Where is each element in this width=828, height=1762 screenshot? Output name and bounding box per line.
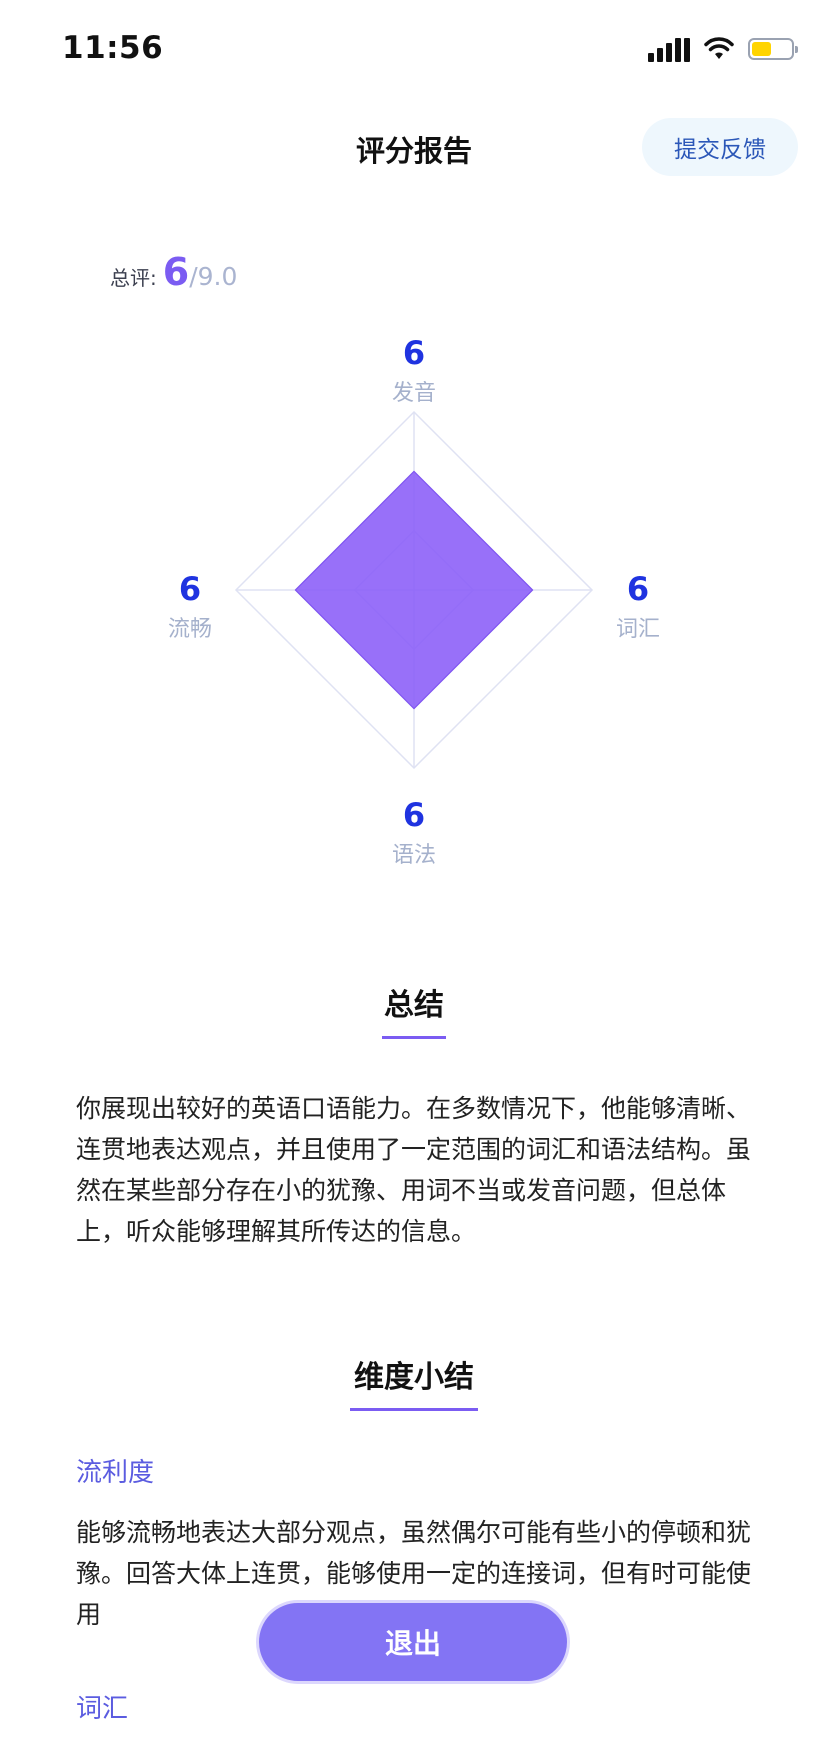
dimension-label: 发音	[391, 381, 436, 407]
wifi-icon	[704, 37, 734, 59]
summary-underline	[382, 1036, 446, 1039]
dimension-vocabulary: 6 词汇	[558, 570, 718, 643]
dimension-score: 6	[626, 570, 650, 608]
overall-score-value: 6	[162, 250, 190, 294]
dimension-label: 语法	[391, 843, 436, 869]
overall-label: 总评:	[110, 266, 157, 290]
dimension-pronunciation: 6 发音	[334, 334, 494, 407]
submit-feedback-button[interactable]: 提交反馈	[642, 118, 798, 176]
dimension-score: 6	[402, 334, 426, 372]
battery-icon	[748, 38, 798, 60]
dimension-summary-underline	[350, 1408, 478, 1411]
exit-button[interactable]: 退出	[256, 1600, 570, 1684]
overall-score-max: /9.0	[189, 262, 238, 291]
radar-chart: 6 发音 6 词汇 6 语法 6 流畅	[0, 320, 828, 880]
dimension-summary-title: 维度小结	[354, 1360, 474, 1395]
overall-score: 总评: 6 /9.0	[110, 250, 237, 294]
dimension-label: 流畅	[167, 617, 212, 643]
fluency-subtitle: 流利度	[76, 1458, 155, 1488]
summary-text: 你展现出较好的英语口语能力。在多数情况下，他能够清晰、连贯地表达观点，并且使用了…	[76, 1094, 752, 1246]
summary-title: 总结	[384, 988, 444, 1023]
dimension-score: 6	[178, 570, 202, 608]
dimension-grammar: 6 语法	[334, 796, 494, 869]
dimension-score: 6	[402, 796, 426, 834]
status-icons	[648, 36, 798, 62]
status-bar: 11:56	[0, 0, 828, 100]
dimension-label: 词汇	[615, 617, 660, 643]
dimension-fluency: 6 流畅	[110, 570, 270, 643]
vocabulary-subtitle: 词汇	[76, 1694, 129, 1724]
radar-score-area	[294, 470, 534, 710]
status-time: 11:56	[62, 30, 164, 66]
signal-icon	[648, 36, 690, 62]
